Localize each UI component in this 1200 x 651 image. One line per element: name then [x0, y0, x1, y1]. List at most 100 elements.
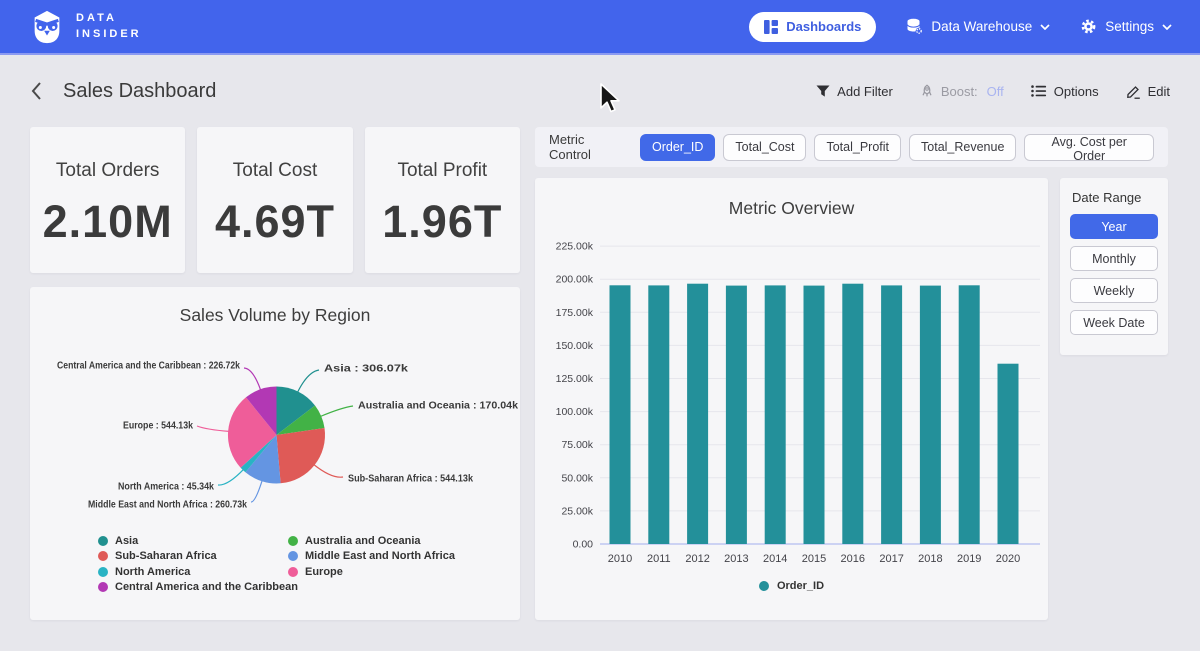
legend-dot: [98, 551, 108, 561]
x-axis-tick-label: 2019: [957, 553, 981, 565]
bar-chart-svg: 0.00 25.00k 50.00k 75.00k 100.00k 125.00k 150.…: [535, 228, 1048, 568]
pie-callout-label: Australia and Oceania : 170.04k: [358, 401, 518, 412]
pie-callout-line: [298, 370, 320, 392]
date-range-monthly-button[interactable]: Monthly: [1070, 246, 1158, 271]
bar-chart-title: Metric Overview: [535, 198, 1048, 219]
owl-logo-icon: [28, 8, 66, 46]
y-axis-tick-label: 175.00k: [556, 307, 594, 319]
kpi-card-total-cost: Total Cost 4.69T: [197, 127, 352, 273]
x-axis-tick-label: 2010: [608, 553, 632, 565]
legend-item: Middle East and North Africa: [288, 549, 455, 565]
pie-callout-line: [251, 480, 262, 502]
brand-line2: INSIDER: [76, 27, 142, 42]
legend-dot: [288, 536, 298, 546]
y-axis-tick-label: 150.00k: [556, 340, 594, 352]
nav-item-label: Data Warehouse: [931, 19, 1032, 34]
x-axis-tick-label: 2020: [996, 553, 1020, 565]
back-button[interactable]: [30, 81, 43, 101]
y-axis-tick-label: 100.00k: [556, 406, 594, 418]
brand-line1: DATA: [76, 11, 142, 26]
list-options-icon: [1031, 85, 1047, 97]
metric-chip-total-revenue[interactable]: Total_Revenue: [909, 134, 1016, 161]
pie-chart-legend: AsiaSub-Saharan AfricaNorth AmericaCentr…: [30, 533, 520, 603]
nav-item-label: Settings: [1105, 19, 1154, 34]
pie-callout-line: [314, 465, 343, 478]
chevron-down-icon: [1162, 24, 1172, 30]
metric-chip-total-cost[interactable]: Total_Cost: [723, 134, 806, 161]
options-button[interactable]: Options: [1031, 84, 1099, 99]
filter-funnel-icon: [816, 85, 830, 98]
rocket-icon: [920, 84, 934, 98]
pie-chart-svg: Asia : 306.07kAustralia and Oceania : 17…: [30, 325, 520, 533]
legend-item: Australia and Oceania: [288, 533, 455, 549]
pie-callout-label: Sub-Saharan Africa : 544.13k: [348, 474, 473, 485]
kpi-card-total-orders: Total Orders 2.10M: [30, 127, 185, 273]
metric-control-bar: Metric Control Order_ID Total_Cost Total…: [535, 127, 1168, 167]
y-axis-tick-label: 0.00: [573, 539, 594, 551]
bar: [920, 286, 941, 544]
pie-callout-line: [244, 368, 261, 390]
y-axis-tick-label: 25.00k: [561, 505, 593, 517]
brand-name: DATA INSIDER: [76, 11, 142, 42]
x-axis-tick-label: 2018: [918, 553, 942, 565]
kpi-label: Total Cost: [233, 160, 317, 182]
legend-item: Central America and the Caribbean: [98, 580, 298, 596]
x-axis-tick-label: 2017: [879, 553, 903, 565]
edit-label: Edit: [1148, 84, 1170, 99]
bar-chart-legend: Order_ID: [535, 580, 1048, 592]
legend-label: Europe: [305, 566, 343, 578]
legend-dot: [288, 551, 298, 561]
brand-logo[interactable]: DATA INSIDER: [28, 8, 142, 46]
y-axis-tick-label: 50.00k: [561, 472, 593, 484]
sales-dashboard-page: DATA INSIDER Dashboards: [0, 0, 1200, 651]
database-icon: [906, 18, 923, 35]
date-range-weekly-button[interactable]: Weekly: [1070, 278, 1158, 303]
nav-menu: Dashboards Data Warehouse: [749, 12, 1172, 42]
pie-callout-label: Middle East and North Africa : 260.73k: [88, 500, 247, 511]
x-axis-tick-label: 2012: [685, 553, 709, 565]
pencil-edit-icon: [1126, 84, 1141, 99]
date-range-year-button[interactable]: Year: [1070, 214, 1158, 239]
nav-item-dashboards[interactable]: Dashboards: [749, 12, 876, 42]
bar: [687, 284, 708, 544]
add-filter-button[interactable]: Add Filter: [816, 84, 893, 99]
metric-chip-total-profit[interactable]: Total_Profit: [814, 134, 901, 161]
x-axis-tick-label: 2015: [802, 553, 826, 565]
kpi-value: 2.10M: [43, 196, 173, 248]
date-range-week-date-button[interactable]: Week Date: [1070, 310, 1158, 335]
nav-item-data-warehouse[interactable]: Data Warehouse: [906, 18, 1050, 35]
y-axis-tick-label: 125.00k: [556, 373, 594, 385]
nav-item-settings[interactable]: Settings: [1080, 18, 1172, 35]
bar: [998, 364, 1019, 544]
x-axis-tick-label: 2016: [841, 553, 865, 565]
metric-chip-order-id[interactable]: Order_ID: [640, 134, 715, 161]
legend-dot: [98, 536, 108, 546]
date-range-label: Date Range: [1072, 190, 1158, 205]
kpi-value: 4.69T: [215, 196, 335, 248]
metric-overview-card: Metric Overview 0.00 25.00k 50.00k 75.00k 10…: [535, 178, 1048, 620]
legend-column-2: Australia and OceaniaMiddle East and Nor…: [288, 533, 455, 580]
pie-chart-title: Sales Volume by Region: [30, 305, 520, 326]
pie-callout-label: North America : 45.34k: [118, 482, 214, 493]
kpi-label: Total Profit: [397, 160, 487, 182]
kpi-value: 1.96T: [382, 196, 502, 248]
boost-label: Boost:: [941, 84, 978, 99]
y-axis-tick-label: 75.00k: [561, 439, 593, 451]
legend-dot: [98, 582, 108, 592]
chevron-down-icon: [1040, 24, 1050, 30]
legend-item: Sub-Saharan Africa: [98, 549, 298, 565]
legend-label: Sub-Saharan Africa: [115, 550, 217, 562]
header-actions: Add Filter Boost: Off Options: [816, 84, 1170, 99]
y-axis-tick-label: 200.00k: [556, 274, 594, 286]
legend-dot: [759, 581, 769, 591]
boost-toggle[interactable]: Boost: Off: [920, 84, 1004, 99]
legend-item: North America: [98, 564, 298, 580]
kpi-label: Total Orders: [56, 160, 159, 182]
x-axis-tick-label: 2013: [724, 553, 748, 565]
pie-callout-label: Central America and the Caribbean : 226.…: [57, 361, 240, 372]
metric-chip-avg-cost-per-order[interactable]: Avg. Cost per Order: [1024, 134, 1154, 161]
legend-label: North America: [115, 566, 190, 578]
bar: [648, 285, 669, 544]
edit-button[interactable]: Edit: [1126, 84, 1170, 99]
x-axis-tick-label: 2014: [763, 553, 787, 565]
